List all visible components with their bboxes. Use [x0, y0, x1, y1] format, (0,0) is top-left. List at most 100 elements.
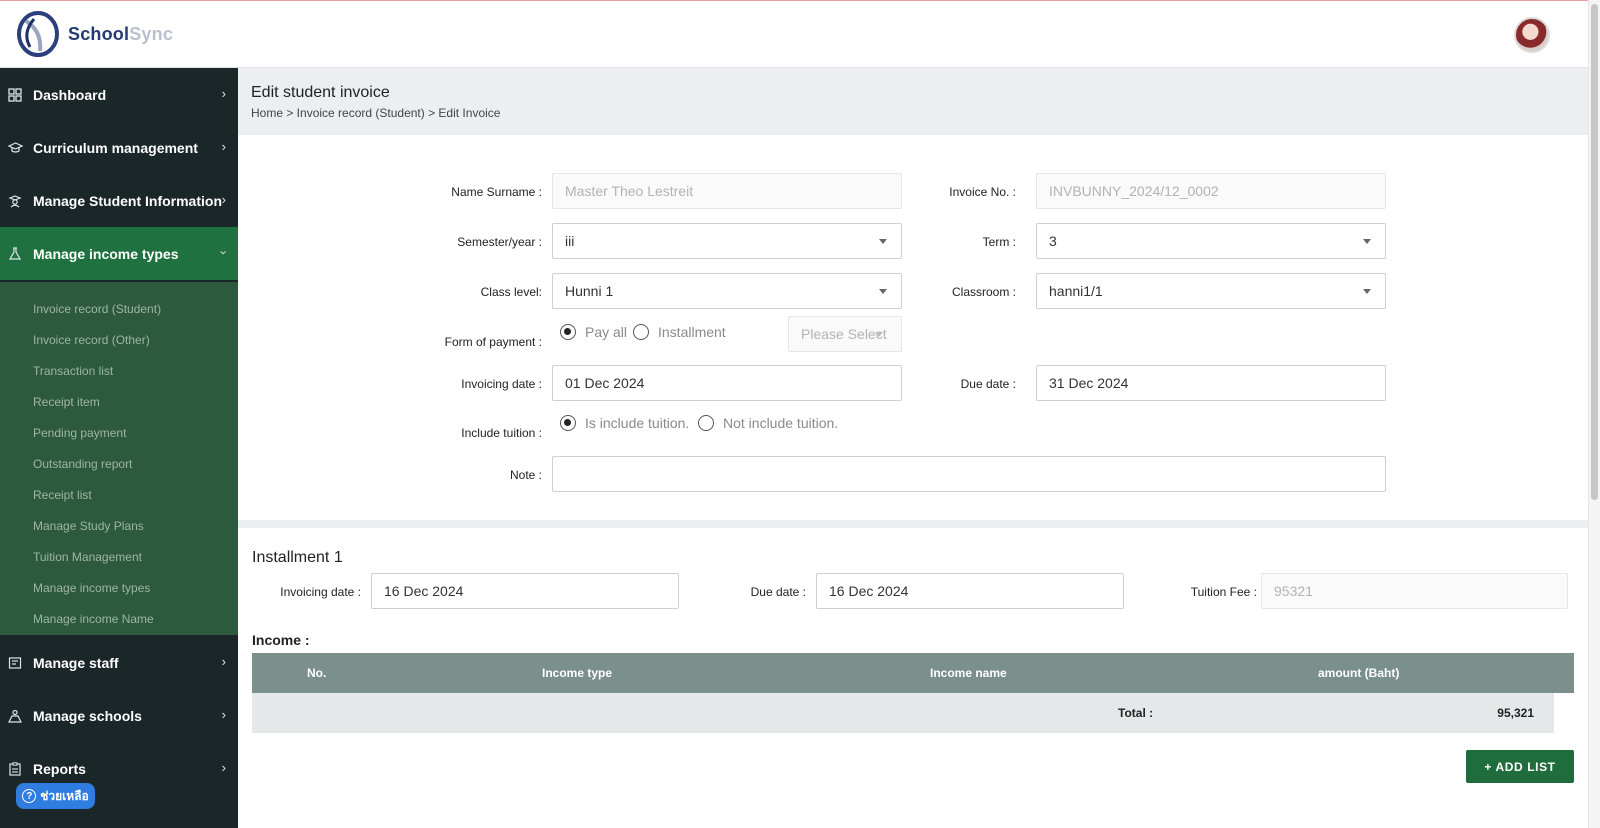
installment-count-select: Please Select [788, 316, 902, 352]
sidebar-item-label: Dashboard [33, 86, 107, 103]
column-header-no: No. [307, 666, 327, 680]
submenu-item-income-types[interactable]: Manage income types [33, 581, 150, 595]
graduation-cap-icon [7, 140, 23, 156]
submenu-item-study-plans[interactable]: Manage Study Plans [33, 519, 144, 533]
include-tuition-yes-label: Is include tuition. [585, 415, 690, 431]
include-tuition-label: Include tuition : [461, 426, 542, 440]
radio-unchecked-icon [698, 415, 714, 431]
invoicing-date-input[interactable]: 01 Dec 2024 [552, 365, 902, 401]
brand-logo[interactable]: SchoolSync [16, 11, 173, 57]
help-button-label: ช่วยเหลือ [40, 788, 89, 803]
grid-icon [7, 87, 23, 103]
column-header-income-type: Income type [542, 666, 613, 680]
brand-name-sync: Sync [129, 23, 174, 44]
include-tuition-no-radio[interactable]: Not include tuition. [698, 415, 838, 431]
breadcrumb[interactable]: Home > Invoice record (Student) > Edit I… [251, 106, 500, 120]
sidebar: Dashboard › Curriculum management › Mana… [0, 68, 238, 828]
pay-all-label: Pay all [585, 324, 628, 340]
invoice-no-label: Invoice No. : [949, 185, 1016, 199]
classroom-value: hanni1/1 [1049, 283, 1103, 299]
brand-name-school: School [68, 23, 130, 44]
sidebar-item-label: Manage staff [33, 654, 119, 671]
due-date-label: Due date : [960, 377, 1016, 391]
page-scrollbar[interactable] [1588, 0, 1600, 828]
radio-unchecked-icon [633, 324, 649, 340]
class-level-select[interactable]: Hunni 1 [552, 273, 902, 309]
sidebar-item-curriculum[interactable]: Curriculum management › [0, 121, 238, 174]
installment-radio[interactable]: Installment [633, 324, 726, 340]
term-label: Term : [982, 235, 1016, 249]
sidebar-item-income-types[interactable]: Manage income types › [0, 227, 238, 280]
installment-label: Installment [658, 324, 726, 340]
brand-name: SchoolSync [68, 24, 173, 45]
term-select[interactable]: 3 [1036, 223, 1386, 259]
invoice-no-field: INVBUNNY_2024/12_0002 [1036, 173, 1386, 209]
page-title: Edit student invoice [251, 84, 390, 101]
installment-invoicing-date-label: Invoicing date : [280, 585, 361, 599]
chevron-down-icon: › [216, 250, 232, 255]
note-label: Note : [509, 468, 542, 482]
total-label: Total : [1118, 706, 1154, 720]
radio-checked-icon [560, 324, 576, 340]
class-level-value: Hunni 1 [565, 283, 614, 299]
submenu-item-receipt-list[interactable]: Receipt list [33, 488, 92, 502]
chevron-right-icon: › [221, 139, 226, 154]
submenu-item-receipt-item[interactable]: Receipt item [33, 395, 100, 409]
clipboard-icon [7, 761, 23, 777]
column-header-amount: amount (Baht) [1318, 666, 1400, 680]
sidebar-item-schools[interactable]: Manage schools › [0, 689, 238, 742]
income-total-row: Total : 95,321 [252, 693, 1554, 733]
chevron-right-icon: › [221, 192, 226, 207]
include-tuition-no-label: Not include tuition. [723, 415, 839, 431]
submenu-item-outstanding-report[interactable]: Outstanding report [33, 457, 132, 471]
installment-select-placeholder: Please Select [801, 326, 887, 342]
semester-year-select[interactable]: iii [552, 223, 902, 259]
sidebar-item-staff[interactable]: Manage staff › [0, 636, 238, 689]
school-icon [7, 708, 23, 724]
total-value: 95,321 [1497, 706, 1534, 720]
chevron-right-icon: › [221, 654, 226, 669]
income-title: Income : [252, 632, 310, 648]
class-level-label: Class level: [480, 285, 542, 299]
add-list-button[interactable]: + ADD LIST [1466, 750, 1574, 783]
help-button[interactable]: ? ช่วยเหลือ [16, 783, 95, 809]
pay-all-radio[interactable]: Pay all [560, 324, 627, 340]
scrollbar-thumb[interactable] [1591, 4, 1598, 500]
include-tuition-yes-radio[interactable]: Is include tuition. [560, 415, 689, 431]
page-header: Edit student invoice Home > Invoice reco… [238, 68, 1588, 135]
submenu-item-transaction-list[interactable]: Transaction list [33, 364, 113, 378]
classroom-select[interactable]: hanni1/1 [1036, 273, 1386, 309]
user-avatar[interactable] [1514, 17, 1550, 53]
installment-due-date-input[interactable]: 16 Dec 2024 [816, 573, 1124, 609]
sidebar-item-student-info[interactable]: Manage Student Information › [0, 174, 238, 227]
due-date-input[interactable]: 31 Dec 2024 [1036, 365, 1386, 401]
caret-down-icon [875, 332, 883, 337]
staff-icon [7, 655, 23, 671]
flask-icon [7, 246, 23, 262]
installment-due-date-label: Due date : [750, 585, 806, 599]
semester-year-value: iii [565, 233, 575, 249]
submenu-item-income-name[interactable]: Manage income Name [33, 612, 154, 626]
sidebar-item-label: Curriculum management [33, 139, 198, 156]
invoicing-date-label: Invoicing date : [461, 377, 542, 391]
sidebar-item-label: Manage Student Information [33, 192, 222, 209]
caret-down-icon [1363, 289, 1371, 294]
semester-year-label: Semester/year : [457, 235, 542, 249]
column-header-income-name: Income name [930, 666, 1007, 680]
sidebar-item-dashboard[interactable]: Dashboard › [0, 68, 238, 121]
tuition-fee-label: Tuition Fee : [1190, 585, 1257, 599]
submenu-item-tuition-management[interactable]: Tuition Management [33, 550, 142, 564]
radio-checked-icon [560, 415, 576, 431]
submenu-item-invoice-other[interactable]: Invoice record (Other) [33, 333, 150, 347]
sidebar-item-label: Manage income types [33, 245, 179, 262]
installment-invoicing-date-input[interactable]: 16 Dec 2024 [371, 573, 679, 609]
chevron-right-icon: › [221, 707, 226, 722]
caret-down-icon [1363, 239, 1371, 244]
chevron-right-icon: › [221, 86, 226, 101]
sidebar-item-label: Manage schools [33, 707, 142, 724]
note-input[interactable] [552, 456, 1386, 492]
question-icon: ? [22, 789, 37, 803]
submenu-item-invoice-student[interactable]: Invoice record (Student) [33, 302, 161, 316]
submenu-item-pending-payment[interactable]: Pending payment [33, 426, 126, 440]
top-bar: SchoolSync [0, 0, 1600, 68]
